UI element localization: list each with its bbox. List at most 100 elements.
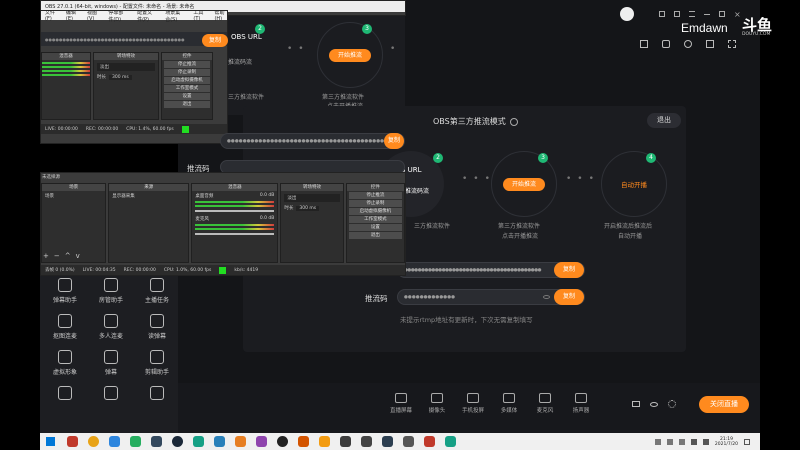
help-icon[interactable]: [509, 117, 518, 126]
start-push-button[interactable]: 开始推流: [503, 177, 545, 191]
close-live-button[interactable]: 关闭直播: [699, 396, 749, 413]
shirt-icon[interactable]: [674, 11, 680, 17]
tool-tile[interactable]: 读弹幕: [136, 314, 178, 340]
layout-icon[interactable]: [706, 40, 714, 48]
stream-key-field[interactable]: ●●●●●●●●●●●●● 复制: [397, 289, 585, 305]
grid-icon[interactable]: [728, 40, 736, 48]
maximize-icon[interactable]: [719, 11, 725, 17]
app-icon-15[interactable]: [424, 436, 435, 447]
obs-control-button[interactable]: 设置: [348, 224, 402, 231]
tool-tile[interactable]: 主播任务: [136, 278, 178, 304]
obs-menu-item[interactable]: 帮助(H): [214, 11, 227, 22]
remove-scene-icon[interactable]: −: [54, 252, 60, 260]
obs-small-copy-button[interactable]: 复制: [202, 34, 228, 47]
media-tool[interactable]: 麦克风: [527, 393, 563, 414]
obs-control-button[interactable]: 停止推流: [164, 61, 210, 68]
obs-menu-item[interactable]: 配置文件(P): [137, 11, 156, 23]
app-icon-11[interactable]: [340, 436, 351, 447]
tray-icon-1[interactable]: [654, 438, 661, 445]
notification-icon[interactable]: [744, 438, 750, 445]
app-icon-10[interactable]: [319, 436, 330, 447]
app-icon-2[interactable]: [109, 436, 120, 447]
tool-tile[interactable]: 多人连麦: [90, 314, 132, 340]
record-icon[interactable]: [632, 401, 640, 407]
tool-tile[interactable]: [44, 386, 86, 403]
exit-button[interactable]: 退出: [647, 113, 681, 128]
app-icon-5[interactable]: [193, 436, 204, 447]
windows-start-icon[interactable]: [46, 437, 55, 446]
eye-icon[interactable]: [543, 295, 550, 299]
obs-control-button[interactable]: 工作室模式: [164, 85, 210, 92]
obs-control-button[interactable]: 停止推流: [348, 192, 402, 199]
eye-toggle-icon[interactable]: [650, 401, 658, 407]
obs-task-icon[interactable]: [277, 436, 288, 447]
tool-tile[interactable]: 房管助手: [90, 278, 132, 304]
menu-icon[interactable]: [659, 11, 665, 17]
obs-large-transition-select[interactable]: 淡出: [284, 194, 340, 202]
app-icon-9[interactable]: [298, 436, 309, 447]
obs-control-button[interactable]: 停止录制: [348, 200, 402, 207]
tool-tile[interactable]: [136, 386, 178, 403]
obs-menu-item[interactable]: 工具(T): [193, 11, 205, 22]
volume-icon[interactable]: [702, 438, 709, 445]
tool-tile[interactable]: 弹幕: [90, 350, 132, 376]
app-icon-4[interactable]: [151, 436, 162, 447]
scene-item[interactable]: 场景: [42, 191, 105, 201]
media-tool[interactable]: 直播屏幕: [383, 393, 419, 414]
media-tool[interactable]: 多媒体: [491, 393, 527, 414]
copy-key-button[interactable]: 复制: [554, 289, 584, 305]
media-tool[interactable]: 手机投屏: [455, 393, 491, 414]
obs-menu-item[interactable]: 场景集合(S): [165, 11, 184, 23]
tray-icon-3[interactable]: [678, 438, 685, 445]
media-tool[interactable]: 扬声器: [563, 393, 599, 414]
app-icon-1[interactable]: [67, 436, 78, 447]
app-icon-16[interactable]: [445, 436, 456, 447]
app-icon-3[interactable]: [130, 436, 141, 447]
obs-control-button[interactable]: 退出: [348, 232, 402, 239]
obs-small-duration-value[interactable]: 300 ms: [109, 74, 132, 80]
volume-slider[interactable]: [195, 210, 275, 212]
tool-tile[interactable]: 剪辑助手: [136, 350, 178, 376]
share-icon[interactable]: [684, 40, 692, 48]
media-tool[interactable]: 摄像头: [419, 393, 455, 414]
add-scene-icon[interactable]: +: [43, 252, 49, 260]
settings-gear-icon[interactable]: [668, 400, 676, 408]
app-icon-6[interactable]: [214, 436, 225, 447]
obs-small-transition-select[interactable]: 淡出: [97, 63, 155, 71]
app-icon-7[interactable]: [235, 436, 246, 447]
gift-box-icon[interactable]: [640, 40, 648, 48]
obs-menu-item[interactable]: 视图(V): [87, 11, 99, 22]
top-start-push-button[interactable]: 开始推流: [329, 48, 371, 62]
clock-date[interactable]: 2021/7/20: [715, 442, 738, 447]
move-down-icon[interactable]: v: [76, 252, 80, 260]
app-icon-8[interactable]: [256, 436, 267, 447]
obs-control-button[interactable]: 启动虚拟摄像机: [164, 77, 210, 84]
app-icon-14[interactable]: [403, 436, 414, 447]
douyu-url-strip-copy[interactable]: 复制: [384, 133, 404, 149]
obs-menu-item[interactable]: 文件(F): [45, 11, 57, 22]
close-icon[interactable]: ×: [734, 10, 741, 19]
source-item[interactable]: 显示器采集: [109, 191, 188, 201]
auto-live-label[interactable]: 自动开播: [621, 179, 647, 189]
steam-icon[interactable]: [172, 436, 183, 447]
app-icon-12[interactable]: [361, 436, 372, 447]
tool-tile[interactable]: [90, 386, 132, 403]
tray-icon-2[interactable]: [666, 438, 673, 445]
obs-large-duration-value[interactable]: 300 ms: [296, 205, 320, 211]
server-url-field[interactable]: ●●●●●●●●●●●●●●●●●●●●●●●●●●●●●●●●●●●●●●●●…: [397, 262, 585, 278]
avatar[interactable]: [620, 7, 634, 21]
chrome-icon[interactable]: [88, 436, 99, 447]
obs-control-button[interactable]: 退出: [164, 101, 210, 108]
app-icon-13[interactable]: [382, 436, 393, 447]
list-icon[interactable]: [689, 11, 695, 17]
move-up-icon[interactable]: ^: [65, 252, 71, 260]
obs-menu-item[interactable]: 停靠部件(D): [108, 11, 128, 23]
obs-control-button[interactable]: 设置: [164, 93, 210, 100]
obs-control-button[interactable]: 工作室模式: [348, 216, 402, 223]
obs-menu-item[interactable]: 编辑(E): [66, 11, 78, 22]
bag-icon[interactable]: [662, 40, 670, 48]
volume-slider[interactable]: [195, 233, 275, 235]
minimize-icon[interactable]: [704, 13, 710, 15]
obs-control-button[interactable]: 停止录制: [164, 69, 210, 76]
obs-control-button[interactable]: 启动虚拟摄像机: [348, 208, 402, 215]
